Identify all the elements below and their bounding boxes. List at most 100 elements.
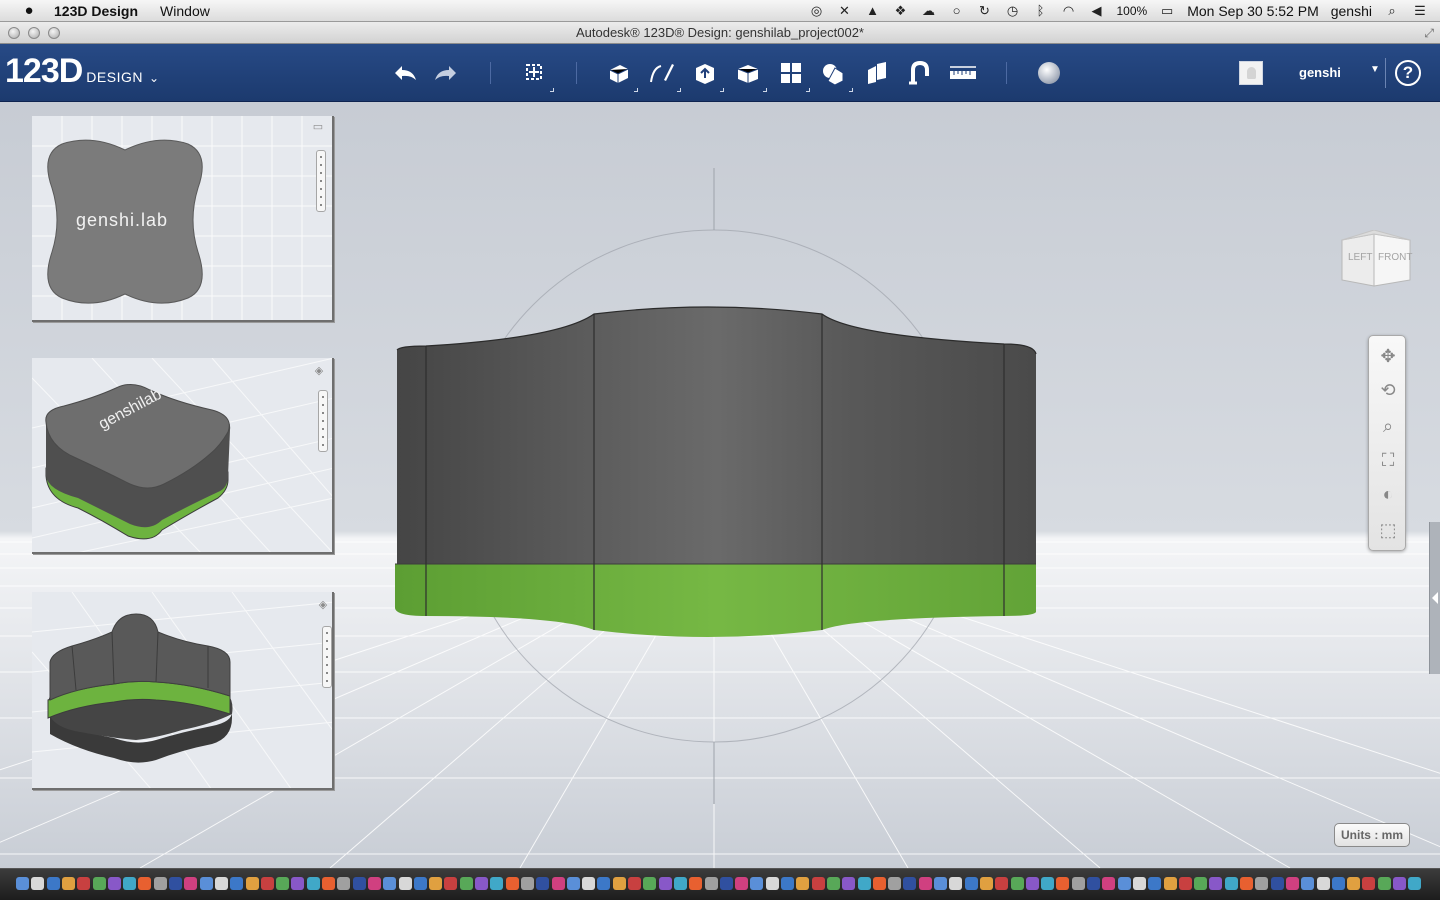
dock-app-icon[interactable]: [612, 877, 626, 890]
dock-app-icon[interactable]: [490, 877, 504, 890]
dock-app-icon[interactable]: [31, 877, 45, 890]
dock-app-icon[interactable]: [979, 877, 993, 890]
dock-app-icon[interactable]: [107, 877, 121, 890]
dock-app-icon[interactable]: [337, 877, 351, 890]
fit-icon[interactable]: ⛶: [1374, 446, 1402, 474]
view-cube[interactable]: LEFT FRONT: [1338, 229, 1412, 288]
dock-app-icon[interactable]: [322, 877, 335, 890]
user-name[interactable]: genshi: [1299, 65, 1341, 80]
dock-app-icon[interactable]: [643, 877, 657, 890]
dock-app-icon[interactable]: [245, 877, 259, 890]
dock-app-icon[interactable]: [949, 877, 963, 890]
battery-icon[interactable]: ▭: [1159, 4, 1175, 18]
dock-app-icon[interactable]: [1056, 877, 1070, 890]
wifi-icon[interactable]: ◠: [1061, 4, 1077, 18]
dock-app-icon[interactable]: [169, 877, 182, 890]
pattern-icon[interactable]: [774, 56, 810, 92]
model-body[interactable]: [395, 306, 1037, 637]
dock-app-icon[interactable]: [1025, 877, 1039, 890]
chat-bubble-icon[interactable]: ○: [949, 4, 965, 18]
dock-app-icon[interactable]: [429, 877, 443, 890]
dock-app-icon[interactable]: [536, 877, 550, 890]
dock-app-icon[interactable]: [628, 877, 641, 890]
dock-app-icon[interactable]: [1377, 877, 1391, 890]
dock-app-icon[interactable]: [551, 877, 565, 890]
dock-app-icon[interactable]: [123, 877, 137, 890]
dock-app-icon[interactable]: [520, 877, 534, 890]
view-cube-left-face[interactable]: LEFT: [1348, 252, 1372, 263]
material-icon[interactable]: [1032, 56, 1066, 90]
dock-app-icon[interactable]: [765, 877, 779, 890]
dock-app-icon[interactable]: [1102, 877, 1116, 890]
dock-app-icon[interactable]: [1393, 877, 1406, 890]
dock-app-icon[interactable]: [673, 877, 687, 890]
sketch-icon[interactable]: [645, 56, 681, 92]
dock-app-icon[interactable]: [1209, 877, 1223, 890]
dock-app-icon[interactable]: [826, 877, 840, 890]
transform-icon[interactable]: [518, 56, 554, 92]
dock-app-icon[interactable]: [153, 877, 167, 890]
dock-app-icon[interactable]: [658, 877, 672, 890]
grouping-icon[interactable]: [817, 56, 853, 92]
avatar[interactable]: [1239, 61, 1263, 85]
dock-app-icon[interactable]: [872, 877, 886, 890]
time-machine-icon[interactable]: ◷: [1005, 4, 1021, 18]
thumbnail-bottom-view[interactable]: ◈: [32, 592, 334, 790]
sync-icon[interactable]: ↻: [977, 4, 993, 18]
measure-icon[interactable]: [946, 56, 980, 90]
snap-icon[interactable]: [903, 56, 937, 90]
undo-icon[interactable]: [387, 56, 421, 90]
dock-app-icon[interactable]: [398, 877, 412, 890]
dock-app-icon[interactable]: [352, 877, 366, 890]
dock-app-icon[interactable]: [1041, 877, 1055, 890]
dropbox-icon[interactable]: ❖: [893, 4, 909, 18]
dock-app-icon[interactable]: [138, 877, 152, 890]
inkscape-icon[interactable]: ✕: [837, 4, 853, 18]
view-cube-small-icon[interactable]: ◈: [312, 364, 326, 378]
dock-app-icon[interactable]: [597, 877, 611, 890]
dock-app-icon[interactable]: [276, 877, 290, 890]
dock-app-icon[interactable]: [582, 877, 596, 890]
zoom-icon[interactable]: ⌕: [1374, 412, 1402, 440]
dock-app-icon[interactable]: [1255, 877, 1269, 890]
dock-app-icon[interactable]: [1285, 877, 1299, 890]
visual-style-icon[interactable]: ◐: [1374, 480, 1402, 508]
dock-app-icon[interactable]: [230, 877, 244, 890]
dock-app-icon[interactable]: [1362, 877, 1376, 890]
clock[interactable]: Mon Sep 30 5:52 PM: [1187, 3, 1319, 19]
dock-app-icon[interactable]: [1194, 877, 1208, 890]
fullscreen-icon[interactable]: ⤢: [1424, 26, 1434, 41]
menu-window[interactable]: Window: [160, 3, 210, 19]
dock-app-icon[interactable]: [735, 877, 749, 890]
modify-icon[interactable]: [731, 56, 767, 92]
thumbnail-top-view[interactable]: genshi.lab ▭: [32, 116, 334, 322]
dock-app-icon[interactable]: [1316, 877, 1330, 890]
redo-icon[interactable]: [430, 56, 464, 90]
dock-app-icon[interactable]: [689, 877, 703, 890]
dock-app-icon[interactable]: [260, 877, 274, 890]
zoom-slider[interactable]: [318, 390, 328, 452]
dock-app-icon[interactable]: [704, 877, 718, 890]
dock-app-icon[interactable]: [1087, 877, 1100, 890]
side-panel-handle[interactable]: [1429, 522, 1440, 674]
dock-app-icon[interactable]: [888, 877, 902, 890]
dock-app-icon[interactable]: [1408, 877, 1422, 890]
construct-icon[interactable]: [688, 56, 724, 92]
app-menu-button[interactable]: 123D DESIGN ⌄: [5, 52, 159, 91]
orbit-icon[interactable]: ⟲: [1374, 376, 1402, 404]
dock-app-icon[interactable]: [964, 877, 978, 890]
dock-app-icon[interactable]: [1301, 877, 1315, 890]
thumbnail-perspective-view[interactable]: genshilab ◈: [32, 358, 334, 554]
dock-app-icon[interactable]: [1163, 877, 1177, 890]
view-box-icon[interactable]: ⬚: [1374, 516, 1402, 544]
combine-icon[interactable]: [860, 56, 894, 90]
view-cube-front-face[interactable]: FRONT: [1378, 252, 1412, 263]
dock-app-icon[interactable]: [857, 877, 871, 890]
dock-app-icon[interactable]: [1270, 877, 1284, 890]
dock-app-icon[interactable]: [781, 877, 794, 890]
dock-app-icon[interactable]: [46, 877, 60, 890]
chevron-down-icon[interactable]: ▼: [1370, 64, 1380, 75]
bluetooth-icon[interactable]: ᛒ: [1033, 4, 1049, 18]
dock-app-icon[interactable]: [383, 877, 397, 890]
zoom-slider[interactable]: [316, 150, 326, 212]
